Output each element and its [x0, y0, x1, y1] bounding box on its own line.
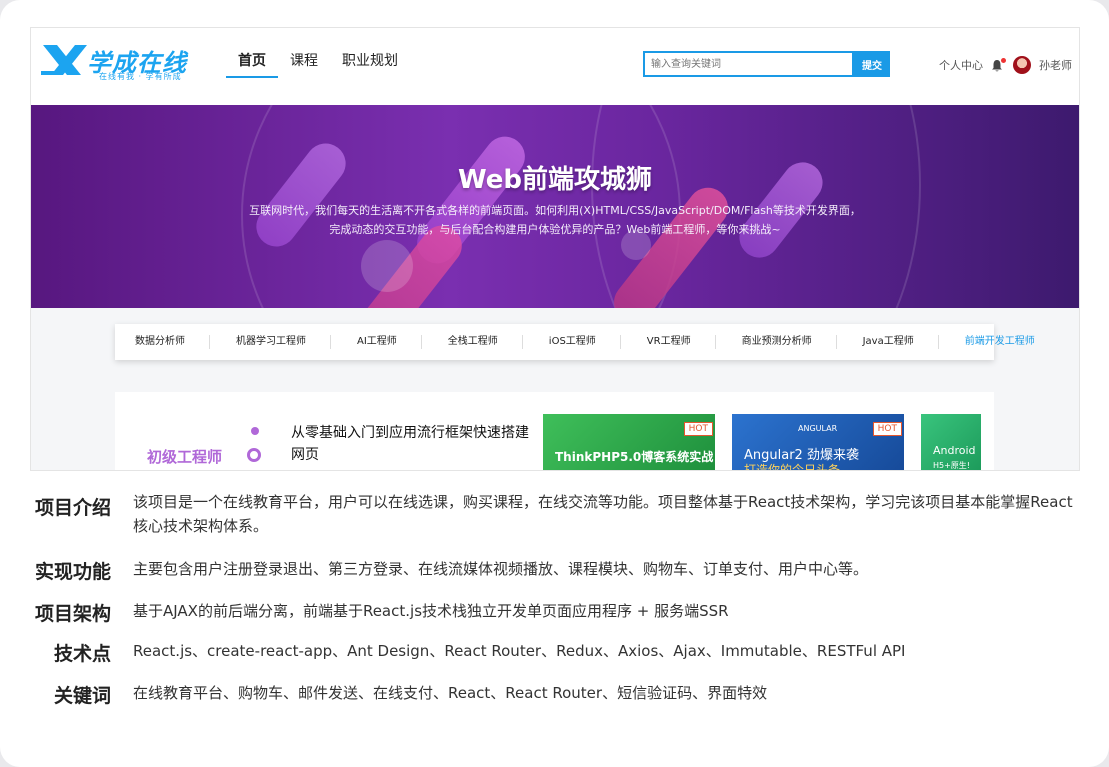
avatar[interactable]: [1013, 56, 1031, 74]
course-title: Android: [933, 444, 976, 457]
logo[interactable]: 学成在线 在线有我 · 学有所成: [41, 43, 191, 83]
detail-label: 关键词: [53, 685, 111, 707]
site-header: 学成在线 在线有我 · 学有所成 首页 课程 职业规划 提交 个人中心 孙老师: [31, 28, 1079, 105]
category-item[interactable]: 全栈工程师: [448, 335, 523, 349]
detail-value: 该项目是一个在线教育平台，用户可以在线选课，购买课程，在线交流等功能。项目整体基…: [133, 493, 1073, 535]
detail-value: 主要包含用户注册登录退出、第三方登录、在线流媒体视频播放、课程模块、购物车、订单…: [133, 560, 869, 578]
search-bar: 提交: [643, 51, 890, 77]
logo-mark-icon: [41, 45, 87, 75]
banner-decor-bubble: [361, 240, 413, 292]
detail-label: 实现功能: [34, 561, 111, 583]
user-center-link[interactable]: 个人中心: [939, 57, 983, 73]
bell-icon[interactable]: [991, 57, 1006, 72]
timeline-ring: [247, 448, 261, 462]
category-item[interactable]: Java工程师: [863, 335, 939, 349]
logo-slogan: 在线有我 · 学有所成: [99, 72, 182, 81]
project-card: 学成在线 在线有我 · 学有所成 首页 课程 职业规划 提交 个人中心 孙老师: [0, 0, 1109, 767]
notification-dot: [1001, 57, 1006, 63]
detail-label: 技术点: [53, 643, 111, 665]
site-screenshot: 学成在线 在线有我 · 学有所成 首页 课程 职业规划 提交 个人中心 孙老师: [30, 27, 1080, 471]
category-item[interactable]: 商业预测分析师: [742, 335, 837, 349]
course-subtitle: H5+原生!: [933, 461, 971, 470]
hot-badge: HOT: [872, 422, 902, 436]
hero-banner: Web前端攻城狮 互联网时代，我们每天的生活离不开各式各样的前端页面。如何利用(…: [31, 105, 1079, 308]
course-card[interactable]: Android H5+原生!: [921, 414, 981, 470]
user-area: 个人中心 孙老师: [939, 56, 1072, 74]
course-card[interactable]: HOT ThinkPHP5.0博客系统实战: [543, 414, 715, 470]
category-item[interactable]: 数据分析师: [135, 335, 210, 349]
hot-badge: HOT: [683, 422, 713, 436]
category-item[interactable]: VR工程师: [647, 335, 716, 349]
course-title: ThinkPHP5.0博客系统实战: [555, 450, 714, 464]
path-level: 初级工程师: [147, 448, 223, 466]
search-button[interactable]: 提交: [854, 51, 890, 77]
main-nav: 首页 课程 职业规划: [226, 52, 410, 78]
category-item[interactable]: iOS工程师: [549, 335, 621, 349]
category-item[interactable]: AI工程师: [357, 335, 422, 349]
banner-desc-line1: 互联网时代，我们每天的生活离不开各式各样的前端页面。如何利用(X)HTML/CS…: [249, 204, 861, 217]
detail-label: 项目介绍: [34, 497, 111, 519]
category-item-active[interactable]: 前端开发工程师: [965, 335, 1059, 349]
learning-path-panel: 初级工程师 从零基础入门到应用流行框架快速搭建网页 HOT ThinkPHP5.…: [115, 392, 994, 471]
detail-value: 基于AJAX的前后端分离，前端基于React.js技术栈独立开发单页面应用程序 …: [133, 602, 729, 620]
course-subtitle: 打造你的今日头条: [744, 463, 841, 471]
angular-brand: ANGULAR: [798, 424, 838, 433]
detail-value: React.js、create-react-app、Ant Design、Rea…: [133, 642, 906, 660]
timeline-dot: [251, 427, 259, 435]
path-description: 从零基础入门到应用流行框架快速搭建网页: [291, 425, 529, 463]
nav-career[interactable]: 职业规划: [330, 52, 410, 78]
detail-label: 项目架构: [34, 603, 111, 625]
user-name[interactable]: 孙老师: [1039, 57, 1072, 73]
course-card[interactable]: ANGULAR HOT Angular2 劲爆来袭 打造你的今日头条: [732, 414, 904, 471]
detail-value: 在线教育平台、购物车、邮件发送、在线支付、React、React Router、…: [133, 684, 768, 702]
nav-home[interactable]: 首页: [226, 52, 278, 78]
banner-title: Web前端攻城狮: [458, 165, 652, 195]
banner-desc-line2: 完成动态的交互功能，与后台配合构建用户体验优异的产品？Web前端工程师，等你来挑…: [329, 223, 781, 236]
search-input[interactable]: [643, 51, 854, 77]
nav-courses[interactable]: 课程: [278, 52, 330, 78]
category-bar: 数据分析师 机器学习工程师 AI工程师 全栈工程师 iOS工程师 VR工程师 商…: [115, 324, 1035, 360]
category-item[interactable]: 机器学习工程师: [236, 335, 331, 349]
